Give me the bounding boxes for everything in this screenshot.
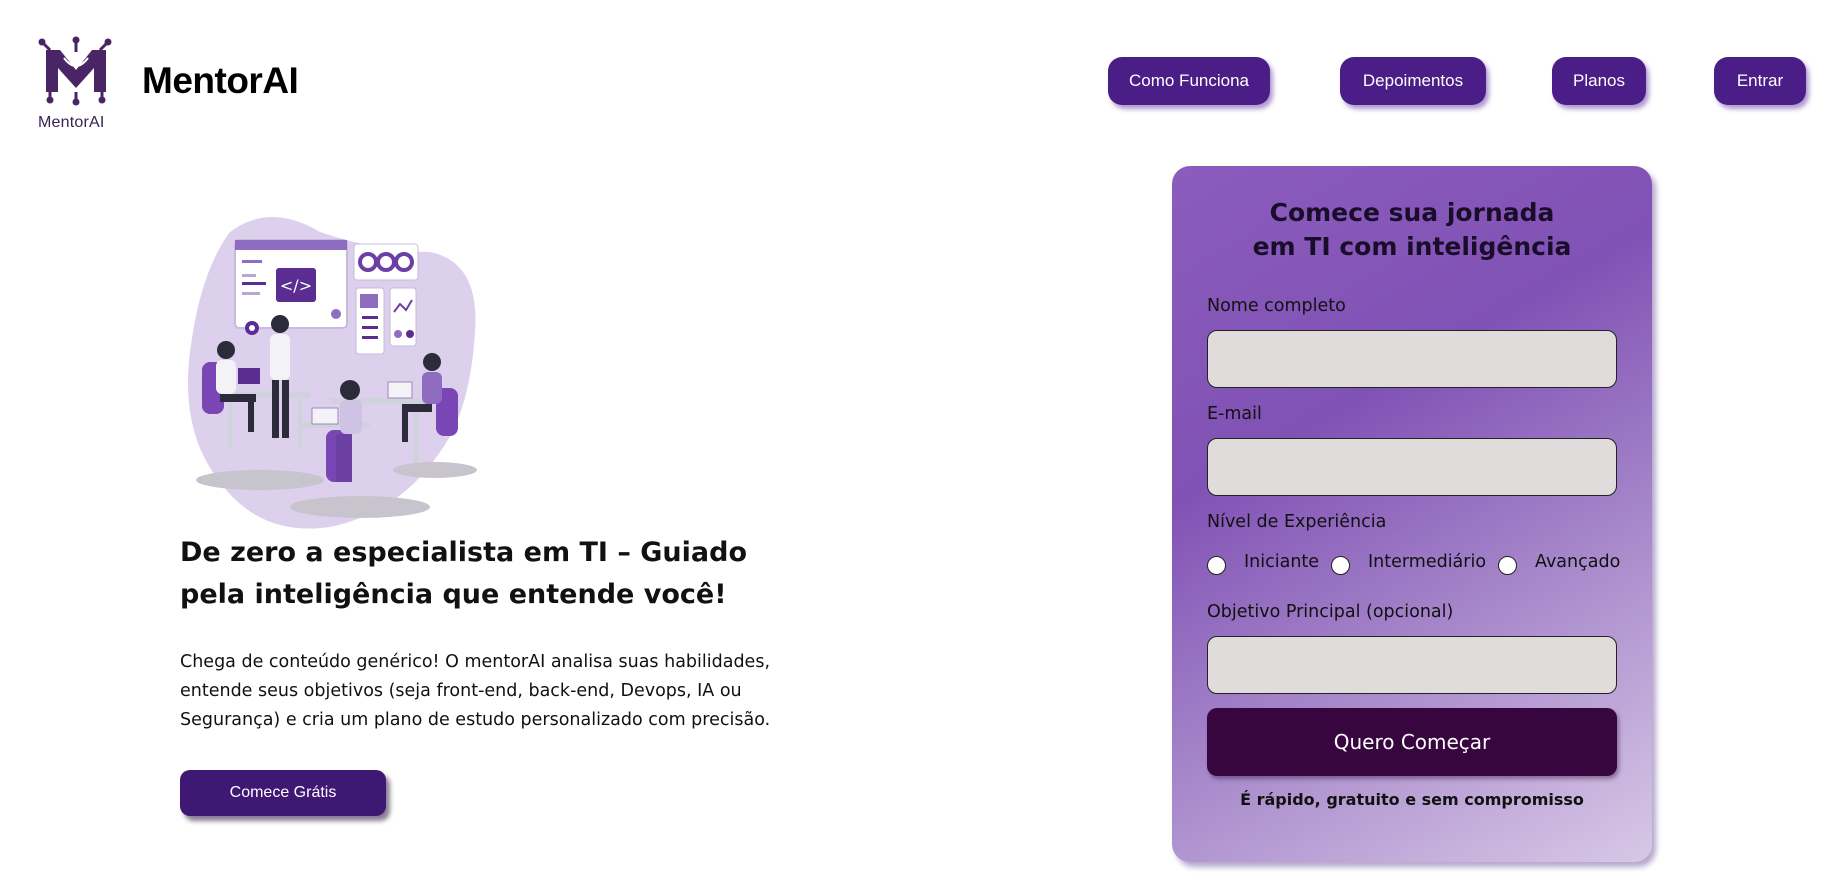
experience-level-label: Nível de Experiência bbox=[1207, 512, 1387, 532]
nav-como-funciona-button[interactable]: Como Funciona bbox=[1108, 57, 1270, 105]
radio-avancado[interactable] bbox=[1498, 556, 1517, 575]
email-input[interactable] bbox=[1207, 438, 1617, 496]
submit-button[interactable]: Quero Começar bbox=[1207, 708, 1617, 776]
signup-form-card: Comece sua jornada em TI com inteligênci… bbox=[1172, 166, 1652, 862]
team-coding-illustration: </> bbox=[188, 217, 477, 529]
form-title-text: Comece sua jornada em TI com inteligênci… bbox=[1252, 198, 1572, 261]
svg-text:</>: </> bbox=[280, 276, 312, 295]
experience-level-options: Iniciante Intermediário Avançado bbox=[1207, 550, 1627, 580]
top-nav: Como Funciona Depoimentos Planos Entrar bbox=[0, 57, 1842, 107]
logo-caption: MentorAI bbox=[38, 114, 105, 131]
form-title: Comece sua jornada em TI com inteligênci… bbox=[1172, 196, 1652, 264]
radio-label-intermediario: Intermediário bbox=[1368, 552, 1487, 572]
name-input[interactable] bbox=[1207, 330, 1617, 388]
name-label: Nome completo bbox=[1207, 296, 1346, 316]
nav-entrar-button[interactable]: Entrar bbox=[1714, 57, 1806, 105]
start-free-button[interactable]: Comece Grátis bbox=[180, 770, 386, 816]
goal-label: Objetivo Principal (opcional) bbox=[1207, 602, 1454, 622]
radio-label-iniciante: Iniciante bbox=[1244, 552, 1320, 572]
goal-input[interactable] bbox=[1207, 636, 1617, 694]
form-note: É rápido, gratuito e sem compromisso bbox=[1240, 790, 1584, 809]
nav-planos-button[interactable]: Planos bbox=[1552, 57, 1646, 105]
hero-description: Chega de conteúdo genérico! O mentorAI a… bbox=[180, 652, 771, 730]
header: MentorAI MentorAI Como Funciona Depoimen… bbox=[0, 0, 1842, 150]
nav-depoimentos-button[interactable]: Depoimentos bbox=[1340, 57, 1486, 105]
radio-iniciante[interactable] bbox=[1207, 556, 1226, 575]
radio-label-avancado: Avançado bbox=[1535, 552, 1621, 572]
email-label: E-mail bbox=[1207, 404, 1262, 424]
radio-intermediario[interactable] bbox=[1331, 556, 1350, 575]
hero-title: De zero a especialista em TI – Guiado pe… bbox=[180, 537, 747, 610]
